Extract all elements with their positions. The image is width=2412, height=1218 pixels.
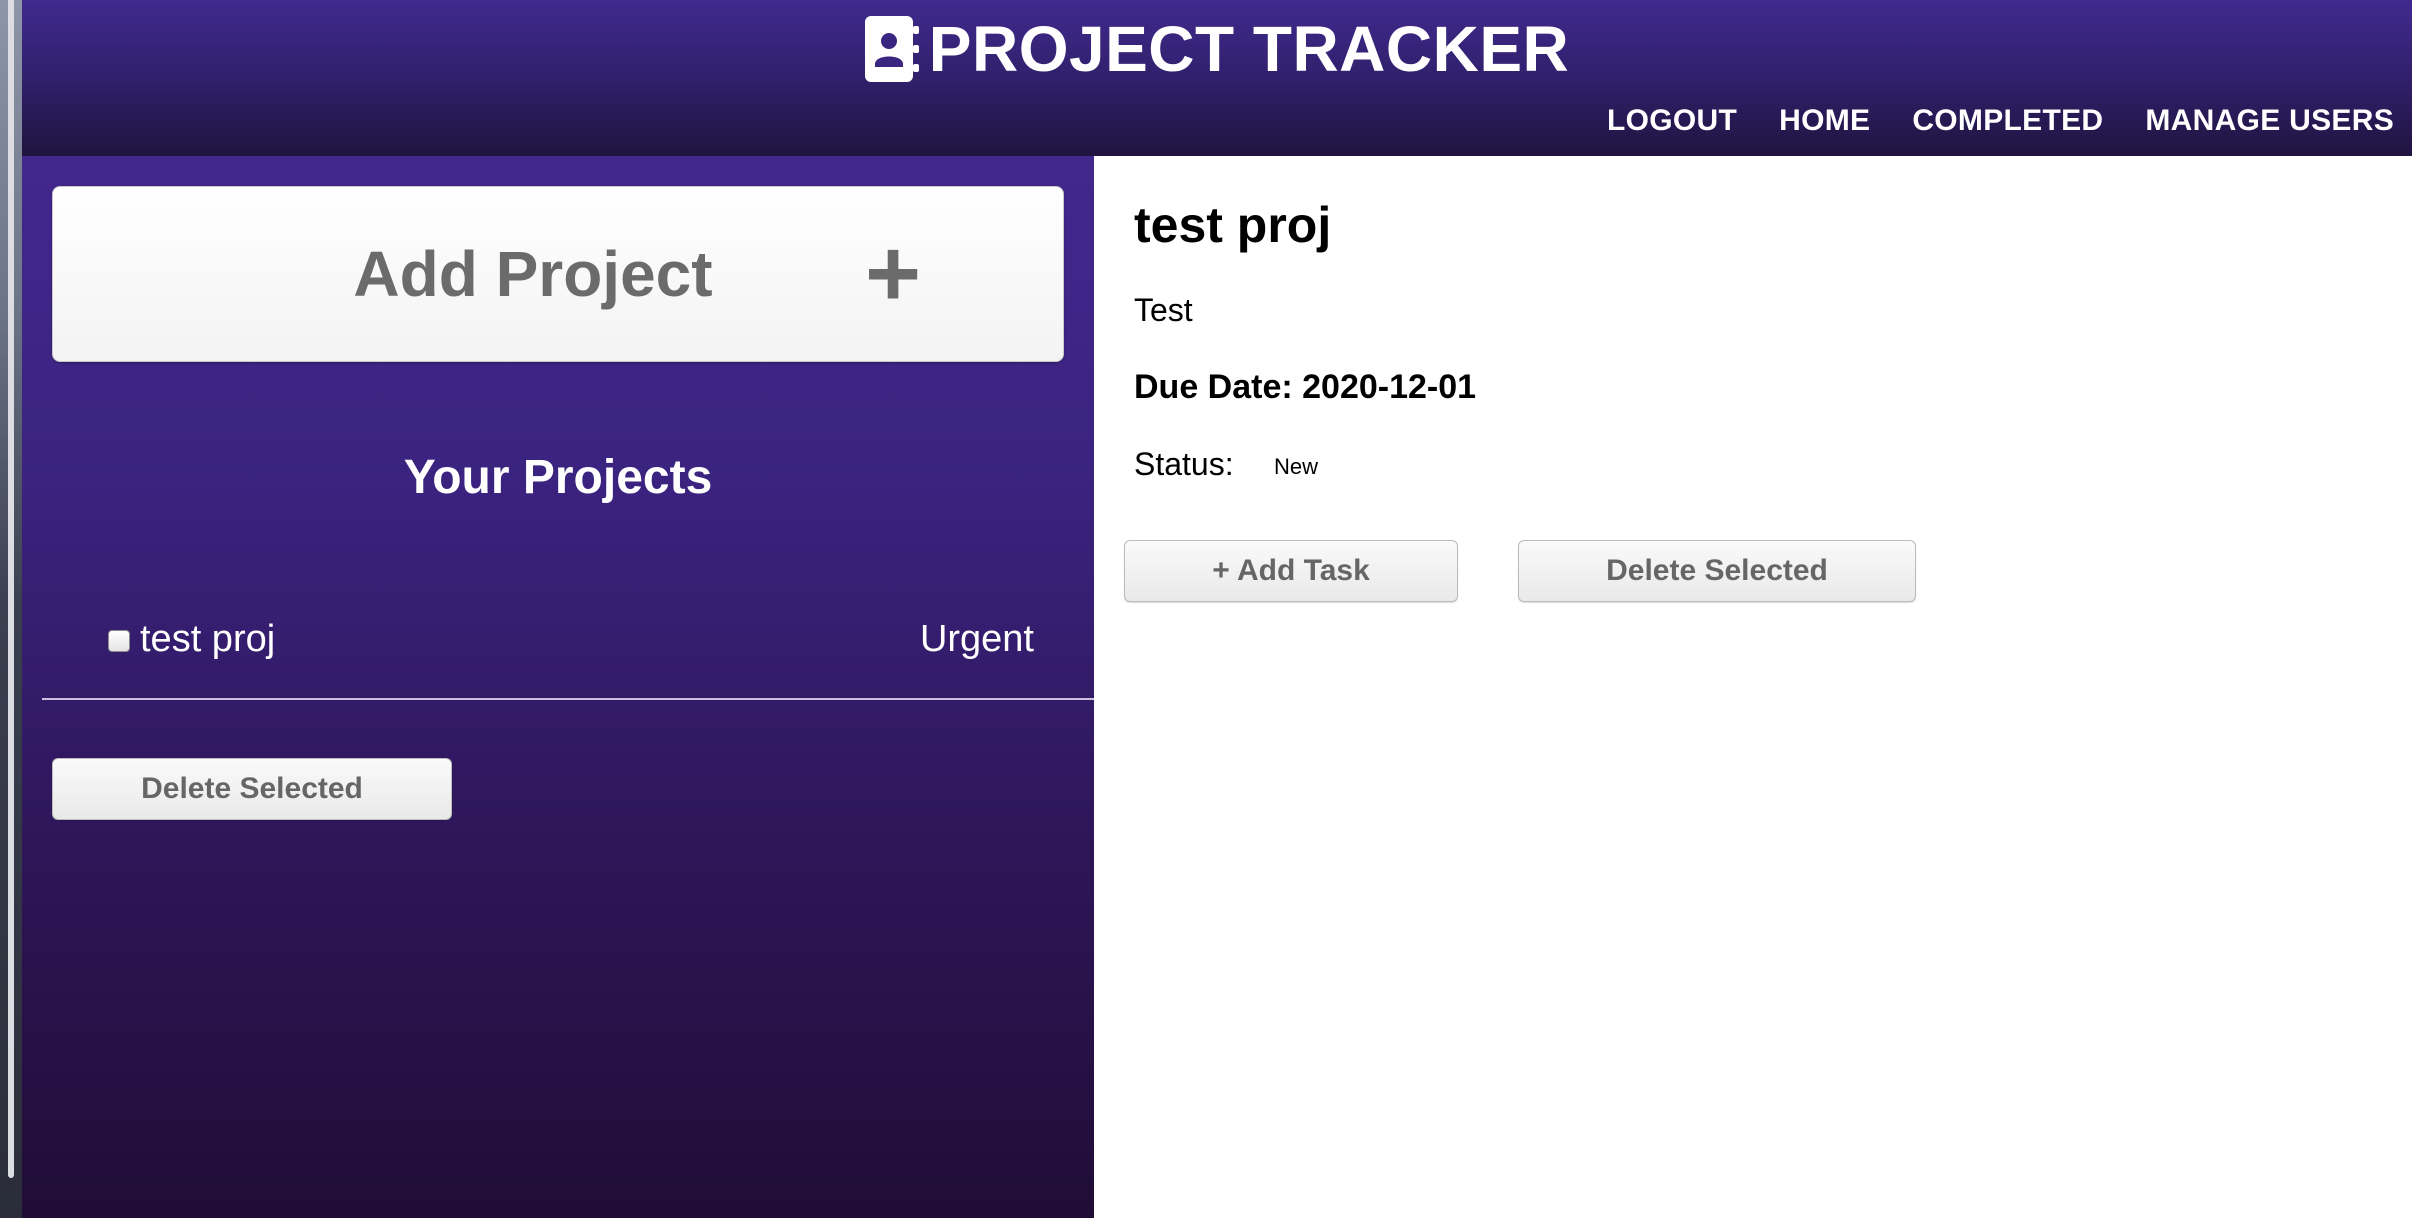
nav-home[interactable]: HOME <box>1779 104 1870 138</box>
delete-selected-tasks-button[interactable]: Delete Selected <box>1518 540 1916 602</box>
project-description: Test <box>1134 292 1193 328</box>
nav-completed[interactable]: COMPLETED <box>1912 104 2103 138</box>
projects-sidebar: Add Project + Your Projects test proj Ur… <box>22 156 1094 1218</box>
project-due-date: Due Date: 2020-12-01 <box>1134 368 1477 406</box>
project-name[interactable]: test proj <box>140 618 275 661</box>
nav-manage-users[interactable]: MANAGE USERS <box>2145 104 2394 138</box>
project-detail-panel: test proj Test Due Date: 2020-12-01 Stat… <box>1094 156 2412 1218</box>
status-value: New <box>1274 454 1319 479</box>
project-title: test proj <box>1134 197 1332 253</box>
contact-book-icon <box>864 16 919 82</box>
app-window: PROJECT TRACKER LOGOUT HOME COMPLETED MA… <box>0 0 2412 1218</box>
brand: PROJECT TRACKER <box>22 14 2412 84</box>
app-header: PROJECT TRACKER LOGOUT HOME COMPLETED MA… <box>22 0 2412 156</box>
project-priority: Urgent <box>919 618 1034 660</box>
status-label: Status: <box>1134 446 1234 482</box>
top-nav: LOGOUT HOME COMPLETED MANAGE USERS <box>1607 104 2394 138</box>
add-task-button[interactable]: + Add Task <box>1124 540 1458 602</box>
plus-icon: + <box>864 220 922 327</box>
nav-logout[interactable]: LOGOUT <box>1607 104 1737 138</box>
delete-selected-projects-button[interactable]: Delete Selected <box>52 758 452 820</box>
project-list-item[interactable]: test proj Urgent <box>42 588 1094 700</box>
app-title: PROJECT TRACKER <box>928 13 1570 85</box>
window-edge <box>8 0 14 1178</box>
project-checkbox[interactable] <box>108 630 130 652</box>
projects-heading: Your Projects <box>403 451 713 504</box>
desktop-background <box>0 0 22 1218</box>
add-project-button[interactable]: Add Project + <box>52 186 1064 362</box>
